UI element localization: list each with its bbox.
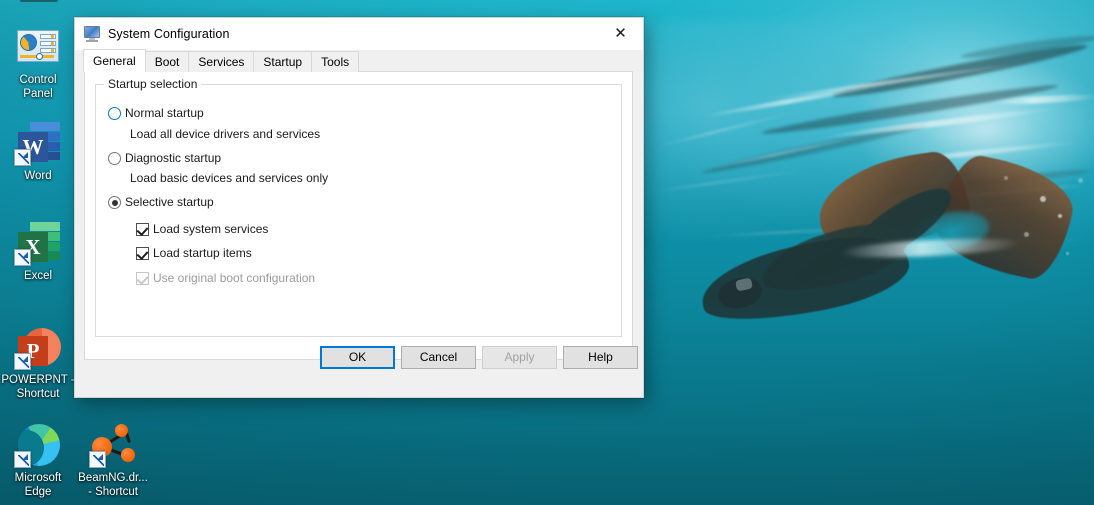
- desktop-icon-beamng-drive[interactable]: BeamNG.dr... - Shortcut: [75, 420, 151, 499]
- checkbox-indicator: [136, 223, 149, 236]
- checkbox-label: Use original boot configuration: [153, 271, 316, 285]
- partial-offscreen-icon-label: [20, 0, 58, 2]
- radio-indicator: [108, 196, 121, 209]
- tab-general[interactable]: General: [83, 49, 146, 72]
- radio-indicator: [108, 107, 121, 120]
- radio-diagnostic-startup[interactable]: Diagnostic startup: [108, 151, 221, 165]
- checkbox-use-original-boot-configuration: Use original boot configuration: [136, 271, 315, 285]
- dialog-titlebar[interactable]: System Configuration ✕: [75, 18, 643, 50]
- radio-label: Diagnostic startup: [125, 151, 222, 165]
- icon-label-line1: Word: [24, 170, 52, 182]
- microsoft-edge-icon: [14, 420, 62, 468]
- desktop-icon-word[interactable]: W Word: [0, 118, 76, 184]
- checkbox-label: Load system services: [153, 222, 269, 236]
- ok-button[interactable]: OK: [320, 346, 395, 369]
- desktop-icon-powerpoint[interactable]: P POWERPNT - Shortcut: [0, 322, 76, 401]
- checkbox-indicator: [136, 247, 149, 260]
- icon-label-line1: Excel: [23, 270, 53, 282]
- cancel-button[interactable]: Cancel: [401, 346, 476, 369]
- checkbox-label: Load startup items: [153, 246, 252, 260]
- desktop-icon-microsoft-edge[interactable]: Microsoft Edge: [0, 420, 76, 499]
- checkbox-indicator: [136, 272, 149, 285]
- control-panel-icon: [14, 22, 62, 70]
- tab-services[interactable]: Services: [188, 51, 255, 72]
- tab-startup[interactable]: Startup: [253, 51, 313, 72]
- shortcut-arrow-icon: [14, 149, 31, 166]
- icon-label-line2: Edge: [24, 485, 52, 498]
- icon-label-line2: Shortcut: [16, 387, 60, 400]
- startup-selection-groupbox: Startup selection Normal startup Load al…: [95, 77, 622, 337]
- tab-tools[interactable]: Tools: [311, 51, 360, 72]
- normal-startup-description: Load all device drivers and services: [130, 127, 321, 141]
- computer-monitor-icon: [84, 25, 100, 42]
- tab-strip[interactable]: General Boot Services Startup Tools: [75, 49, 643, 72]
- word-icon: W: [14, 118, 62, 166]
- checkbox-load-startup-items[interactable]: Load startup items: [136, 246, 252, 260]
- shortcut-arrow-icon: [89, 451, 106, 468]
- powerpoint-icon: P: [14, 322, 62, 370]
- beamng-drive-icon: [89, 420, 137, 468]
- icon-label-line2: - Shortcut: [88, 485, 138, 498]
- icon-label-line1: Control: [19, 74, 57, 86]
- diagnostic-startup-description: Load basic devices and services only: [130, 171, 329, 185]
- apply-button: Apply: [482, 346, 557, 369]
- tab-page-general: Startup selection Normal startup Load al…: [84, 72, 633, 360]
- radio-label: Selective startup: [125, 195, 214, 209]
- help-button[interactable]: Help: [563, 346, 638, 369]
- icon-label-line1: POWERPNT -: [1, 374, 75, 386]
- icon-label-line2: Panel: [23, 87, 53, 100]
- excel-icon: X: [14, 218, 62, 266]
- dialog-button-bar: OK Cancel Apply Help: [75, 337, 643, 397]
- shortcut-arrow-icon: [14, 249, 31, 266]
- checkbox-load-system-services[interactable]: Load system services: [136, 222, 268, 236]
- system-configuration-dialog[interactable]: System Configuration ✕ General Boot Serv…: [74, 17, 644, 398]
- shortcut-arrow-icon: [14, 451, 31, 468]
- shortcut-arrow-icon: [14, 353, 31, 370]
- radio-label: Normal startup: [125, 106, 204, 120]
- radio-selective-startup[interactable]: Selective startup: [108, 195, 214, 209]
- desktop-icon-excel[interactable]: X Excel: [0, 218, 76, 284]
- tab-boot[interactable]: Boot: [144, 51, 190, 72]
- dialog-title: System Configuration: [108, 26, 230, 41]
- icon-label-line1: BeamNG.dr...: [78, 472, 148, 484]
- desktop-icon-control-panel[interactable]: Control Panel: [0, 22, 76, 101]
- icon-label-line1: Microsoft: [14, 472, 62, 484]
- radio-normal-startup[interactable]: Normal startup: [108, 106, 204, 120]
- groupbox-legend: Startup selection: [104, 77, 202, 91]
- radio-indicator: [108, 152, 121, 165]
- close-icon[interactable]: ✕: [598, 18, 643, 48]
